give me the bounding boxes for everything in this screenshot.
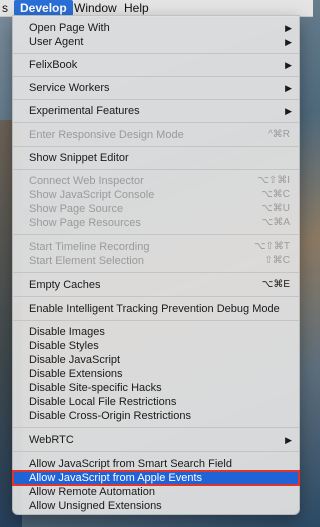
menu-item-webrtc[interactable]: WebRTC ▶ <box>13 433 299 447</box>
menubar-item-develop[interactable]: Develop <box>14 0 73 16</box>
menu-item-label: Allow Remote Automation <box>29 486 155 498</box>
menu-separator <box>13 146 299 147</box>
menu-item-label: User Agent <box>29 36 84 48</box>
menu-item-label: Empty Caches <box>29 279 101 291</box>
menu-item-show-snippet-editor[interactable]: Show Snippet Editor <box>13 151 299 165</box>
menu-item-label: Disable JavaScript <box>29 354 121 366</box>
menu-item-label: Show JavaScript Console <box>29 189 155 201</box>
submenu-arrow-icon: ▶ <box>285 435 292 445</box>
menu-separator <box>13 320 299 321</box>
menu-item-open-page-with[interactable]: Open Page With ▶ <box>13 21 299 35</box>
menu-item-label: Allow JavaScript from Smart Search Field <box>29 458 232 470</box>
menu-item-label: Show Page Resources <box>29 217 141 229</box>
menu-item-connect-web-inspector[interactable]: Connect Web Inspector ⌥⇧⌘I <box>13 174 299 188</box>
submenu-arrow-icon: ▶ <box>285 60 292 70</box>
menu-item-itp-debug-mode[interactable]: Enable Intelligent Tracking Prevention D… <box>13 302 299 316</box>
menu-item-label: Show Page Source <box>29 203 124 215</box>
menu-separator <box>13 122 299 123</box>
menu-separator <box>13 272 299 273</box>
menu-item-label: Disable Site-specific Hacks <box>29 382 162 394</box>
menu-item-label: Allow Unsigned Extensions <box>29 500 162 512</box>
menubar-item-help[interactable]: Help <box>118 0 155 16</box>
submenu-arrow-icon: ▶ <box>285 37 292 47</box>
menu-item-shortcut: ⌥⇧⌘I <box>257 175 290 186</box>
menu-item-shortcut: ⌥⇧⌘T <box>253 241 290 252</box>
menu-item-allow-remote-automation[interactable]: Allow Remote Automation <box>13 485 299 499</box>
menu-item-label: Start Element Selection <box>29 255 144 267</box>
menubar-item-partial[interactable]: s <box>0 0 14 16</box>
menu-item-label: Connect Web Inspector <box>29 175 144 187</box>
menu-separator <box>13 53 299 54</box>
submenu-arrow-icon: ▶ <box>285 83 292 93</box>
menu-item-start-element-selection[interactable]: Start Element Selection ⇧⌘C <box>13 254 299 268</box>
menu-separator <box>13 296 299 297</box>
menu-item-label: Disable Local File Restrictions <box>29 396 177 408</box>
submenu-arrow-icon: ▶ <box>285 23 292 33</box>
menu-item-empty-caches[interactable]: Empty Caches ⌥⌘E <box>13 278 299 292</box>
menu-item-show-page-resources[interactable]: Show Page Resources ⌥⌘A <box>13 216 299 230</box>
menu-item-label: Open Page With <box>29 22 110 34</box>
develop-menu: Open Page With ▶ User Agent ▶ FelixBook … <box>12 15 300 515</box>
menu-item-service-workers[interactable]: Service Workers ▶ <box>13 81 299 95</box>
menu-item-label: Enable Intelligent Tracking Prevention D… <box>29 303 280 315</box>
menu-separator <box>13 99 299 100</box>
menu-item-show-page-source[interactable]: Show Page Source ⌥⌘U <box>13 202 299 216</box>
menu-item-label: FelixBook <box>29 59 78 71</box>
menu-item-label: Disable Extensions <box>29 368 123 380</box>
menu-item-label: Start Timeline Recording <box>29 241 150 253</box>
menu-item-label: WebRTC <box>29 434 74 446</box>
menu-item-disable-images[interactable]: Disable Images <box>13 325 299 339</box>
menu-item-label: Show Snippet Editor <box>29 152 129 164</box>
menu-item-show-javascript-console[interactable]: Show JavaScript Console ⌥⌘C <box>13 188 299 202</box>
menu-separator <box>13 169 299 170</box>
menu-item-shortcut: ⌥⌘U <box>261 203 290 214</box>
menu-item-allow-js-apple-events[interactable]: Allow JavaScript from Apple Events <box>12 470 300 486</box>
menu-item-label: Disable Cross-Origin Restrictions <box>29 410 191 422</box>
menu-item-disable-site-specific-hacks[interactable]: Disable Site-specific Hacks <box>13 381 299 395</box>
menu-item-allow-unsigned-extensions[interactable]: Allow Unsigned Extensions <box>13 499 299 513</box>
menu-item-label: Enter Responsive Design Mode <box>29 129 184 141</box>
menu-item-user-agent[interactable]: User Agent ▶ <box>13 35 299 49</box>
menu-item-shortcut: ⌥⌘C <box>261 189 290 200</box>
menu-item-label: Service Workers <box>29 82 110 94</box>
menu-item-shortcut: ⌥⌘A <box>261 217 290 228</box>
menu-item-disable-styles[interactable]: Disable Styles <box>13 339 299 353</box>
menu-separator <box>13 451 299 452</box>
menu-item-label: Experimental Features <box>29 105 140 117</box>
menu-item-disable-local-file-restrictions[interactable]: Disable Local File Restrictions <box>13 395 299 409</box>
menu-item-label: Disable Images <box>29 326 105 338</box>
menubar-item-window[interactable]: Window <box>68 0 123 16</box>
menu-item-disable-javascript[interactable]: Disable JavaScript <box>13 353 299 367</box>
menu-item-disable-cross-origin-restrictions[interactable]: Disable Cross-Origin Restrictions <box>13 409 299 423</box>
menu-item-label: Disable Styles <box>29 340 99 352</box>
menu-item-disable-extensions[interactable]: Disable Extensions <box>13 367 299 381</box>
menu-item-shortcut: ⇧⌘C <box>264 255 290 266</box>
menu-separator <box>13 234 299 235</box>
menu-separator <box>13 76 299 77</box>
menu-item-experimental-features[interactable]: Experimental Features ▶ <box>13 104 299 118</box>
submenu-arrow-icon: ▶ <box>285 106 292 116</box>
menu-item-start-timeline-recording[interactable]: Start Timeline Recording ⌥⇧⌘T <box>13 240 299 254</box>
menu-item-shortcut: ^⌘R <box>268 129 290 140</box>
menu-separator <box>13 427 299 428</box>
menu-item-felixbook[interactable]: FelixBook ▶ <box>13 58 299 72</box>
menu-item-shortcut: ⌥⌘E <box>261 279 290 290</box>
menu-item-responsive-design-mode[interactable]: Enter Responsive Design Mode ^⌘R <box>13 128 299 142</box>
menu-item-label: Allow JavaScript from Apple Events <box>29 472 203 484</box>
menu-item-allow-js-smart-search[interactable]: Allow JavaScript from Smart Search Field <box>13 457 299 471</box>
